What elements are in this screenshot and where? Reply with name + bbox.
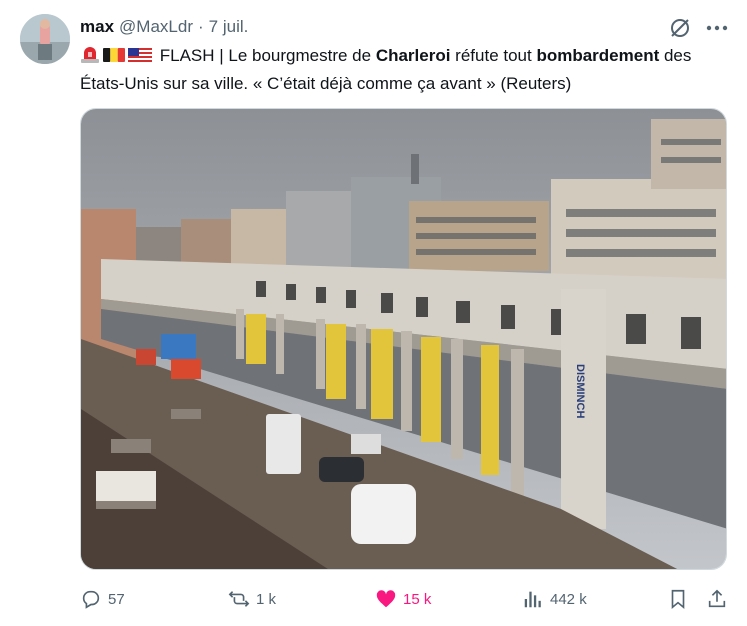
share-button[interactable] [706, 586, 734, 612]
tweet-text: FLASH | Le bourgmestre de Charleroi réfu… [80, 43, 730, 96]
heart-icon [376, 590, 396, 608]
tweet-text-part: FLASH | Le bourgmestre de [159, 46, 376, 65]
views-button[interactable]: 442 k [522, 586, 587, 612]
views-count: 442 k [550, 590, 587, 608]
more-options-icon[interactable] [704, 16, 730, 40]
like-button[interactable]: 15 k [375, 586, 431, 612]
retweet-button[interactable]: 1 k [228, 586, 276, 612]
siren-icon [80, 44, 100, 71]
tweet-text-bold: Charleroi [375, 46, 451, 65]
building-sign: DISMINCH [574, 364, 586, 418]
us-flag-icon [128, 46, 152, 71]
author-name[interactable]: max [80, 17, 114, 37]
retweet-count: 1 k [256, 590, 277, 608]
retweet-icon [228, 591, 250, 607]
tweet-photo[interactable]: DISMINCH [80, 108, 727, 570]
tweet-timestamp[interactable]: 7 juil. [209, 17, 249, 37]
tweet-header: max @MaxLdr · 7 juil. [80, 17, 248, 37]
like-count: 15 k [403, 590, 432, 608]
tweet: max @MaxLdr · 7 juil. FLASH | Le bourgme… [0, 0, 747, 626]
bookmark-icon [671, 589, 685, 610]
tweet-text-bold: bombardement [536, 46, 660, 65]
reply-icon [82, 590, 100, 609]
belgium-flag-icon [103, 46, 125, 71]
tweet-actions: 57 1 k 15 k 442 k [80, 586, 730, 612]
grok-icon[interactable] [668, 16, 692, 40]
tweet-text-part: réfute tout [450, 46, 537, 65]
separator-dot: · [197, 17, 204, 36]
reply-button[interactable]: 57 [80, 586, 125, 612]
bookmark-button[interactable] [667, 586, 695, 612]
reply-count: 57 [108, 590, 125, 608]
share-icon [708, 589, 726, 608]
avatar[interactable] [20, 14, 70, 64]
author-handle[interactable]: @MaxLdr [119, 17, 193, 37]
views-icon [524, 591, 541, 608]
